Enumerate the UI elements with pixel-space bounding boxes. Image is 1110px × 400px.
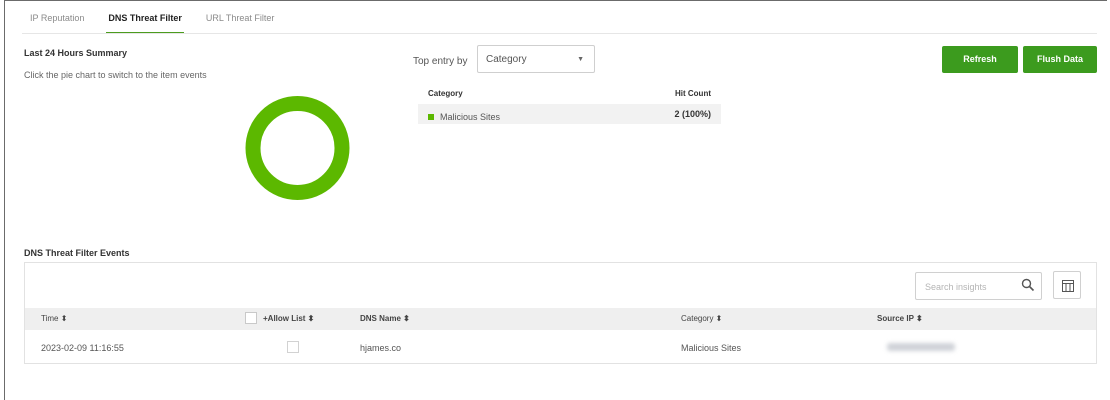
search-icon[interactable]: [1021, 278, 1035, 295]
col-source-ip-header[interactable]: Source IP ⬍: [877, 314, 923, 323]
col-dns-name-header[interactable]: DNS Name ⬍: [360, 314, 410, 323]
tab-url-threat-filter[interactable]: URL Threat Filter: [206, 10, 287, 34]
allow-list-checkbox[interactable]: [287, 341, 299, 353]
column-settings-button[interactable]: [1053, 271, 1081, 299]
search-input[interactable]: Search insights: [915, 272, 1042, 300]
category-summary-table: Category Hit Count Malicious Sites 2 (10…: [418, 86, 721, 124]
events-panel: Search insights Time ⬍ +Allow List ⬍ DNS…: [24, 262, 1097, 364]
col-hit-count-header: Hit Count: [675, 89, 711, 98]
tab-bar: IP Reputation DNS Threat Filter URL Thre…: [30, 10, 298, 34]
search-placeholder: Search insights: [925, 282, 987, 292]
event-time: 2023-02-09 11:16:55: [41, 343, 124, 353]
source-ip-redacted: [887, 343, 955, 351]
summary-hint: Click the pie chart to switch to the ite…: [24, 70, 207, 80]
select-all-checkbox[interactable]: [245, 312, 257, 324]
category-table-row[interactable]: Malicious Sites 2 (100%): [418, 104, 721, 124]
top-entry-select[interactable]: Category ▼: [477, 45, 595, 73]
events-table-header: Time ⬍ +Allow List ⬍ DNS Name ⬍ Category…: [25, 308, 1096, 330]
flush-data-button[interactable]: Flush Data: [1023, 46, 1097, 73]
col-allow-list-header[interactable]: +Allow List ⬍: [263, 314, 314, 323]
tab-dns-threat-filter[interactable]: DNS Threat Filter: [106, 10, 194, 34]
hit-count-value: 2 (100%): [674, 109, 711, 119]
table-row[interactable]: 2023-02-09 11:16:55 hjames.co Malicious …: [25, 334, 1096, 362]
category-donut-chart[interactable]: [231, 93, 364, 203]
col-category-header[interactable]: Category ⬍: [681, 314, 722, 323]
col-time-header[interactable]: Time ⬍: [41, 314, 67, 323]
tab-divider: [22, 33, 1097, 34]
summary-title: Last 24 Hours Summary: [24, 48, 128, 58]
tab-ip-reputation[interactable]: IP Reputation: [30, 10, 96, 34]
event-dns-name: hjames.co: [360, 343, 402, 353]
donut-slice-malicious-sites[interactable]: [245, 96, 350, 200]
category-cell: Malicious Sites: [428, 109, 500, 124]
top-entry-label: Top entry by: [413, 56, 468, 67]
col-category-header: Category: [428, 89, 463, 98]
category-name: Malicious Sites: [440, 111, 501, 122]
events-section-title: DNS Threat Filter Events: [24, 248, 130, 258]
chevron-down-icon: ▼: [577, 56, 584, 63]
top-entry-selected-value: Category: [486, 54, 527, 65]
category-table-header: Category Hit Count: [418, 86, 721, 104]
legend-swatch: [428, 113, 434, 120]
columns-icon: [1062, 280, 1074, 295]
event-category: Malicious Sites: [681, 343, 742, 353]
refresh-button[interactable]: Refresh: [942, 46, 1018, 73]
